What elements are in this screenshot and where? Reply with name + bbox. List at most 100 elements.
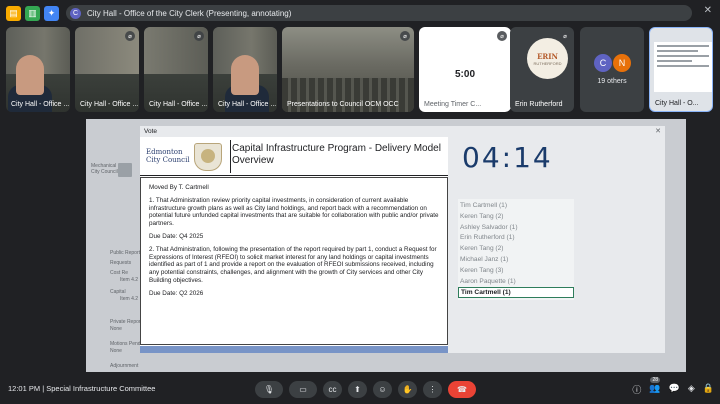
vote-window: Vote ✕ Edmonton City Council Capital Inf… bbox=[140, 126, 665, 353]
agenda-header: City Council bbox=[91, 169, 118, 175]
more-options-icon[interactable]: ⋮ bbox=[423, 381, 442, 398]
participant-tile[interactable]: ⌀ Presentations to Council OCM OCC bbox=[282, 27, 414, 112]
agenda-item: Public Report bbox=[110, 250, 141, 256]
meeting-info: 12:01 PM | Special Infrastructure Commit… bbox=[8, 384, 155, 393]
emoji-button[interactable]: ☺ bbox=[373, 381, 392, 398]
agenda-item: Capital bbox=[110, 289, 126, 295]
list-item: Aaron Paquette (1) bbox=[460, 277, 516, 285]
crest-icon bbox=[194, 143, 222, 171]
presenting-banner[interactable]: C City Hall - Office of the City Clerk (… bbox=[66, 5, 692, 21]
people-icon[interactable]: 👥 bbox=[649, 383, 660, 396]
agenda-item: Item 4.2 bbox=[120, 296, 139, 302]
participant-strip: City Hall - Office ... ⌀ City Hall - Off… bbox=[6, 27, 716, 113]
notes-icon[interactable]: ▤ bbox=[6, 5, 21, 21]
tile-label: Meeting Timer C... bbox=[424, 101, 482, 108]
participant-tile[interactable]: City Hall - Office ... bbox=[6, 27, 70, 112]
agenda-item: None bbox=[110, 348, 122, 354]
participant-tile[interactable]: City Hall - Office ... bbox=[213, 27, 277, 112]
mic-off-icon: ⌀ bbox=[400, 31, 410, 41]
tile-label: Presentations to Council OCM OCC bbox=[287, 101, 399, 108]
current-speaker: Tim Cartmell (1) bbox=[458, 287, 574, 299]
chat-icon[interactable]: 💬 bbox=[669, 383, 680, 396]
avatar: ERIN RUTHERFORD bbox=[527, 38, 568, 79]
others-count: 19 others bbox=[597, 78, 627, 85]
app-icons: ▤ ▥ ✦ bbox=[6, 5, 59, 21]
tile-label: City Hall - Office ... bbox=[80, 101, 139, 108]
agenda-item: Requests bbox=[110, 260, 132, 266]
logo-line: City Council bbox=[146, 156, 190, 164]
others-tile[interactable]: C N 19 others bbox=[580, 27, 644, 112]
presentation-thumbnail bbox=[654, 42, 712, 92]
list-item: Erin Rutherford (1) bbox=[460, 234, 515, 242]
presentation-tile[interactable]: City Hall - O... bbox=[649, 27, 713, 112]
motion-paragraph: Due Date: Q2 2026 bbox=[149, 289, 204, 297]
meeting-controls-bar: 12:01 PM | Special Infrastructure Commit… bbox=[0, 377, 720, 404]
status-bar bbox=[140, 346, 448, 353]
participant-tile[interactable]: 5:00 ⌀ Meeting Timer C... bbox=[419, 27, 511, 112]
list-item: Keren Tang (3) bbox=[460, 266, 504, 274]
meeting-time: 12:01 PM bbox=[8, 384, 41, 393]
close-icon[interactable]: ✕ bbox=[704, 5, 712, 16]
presenter-avatar: C bbox=[70, 7, 81, 19]
mic-off-icon: ⌀ bbox=[497, 31, 507, 41]
side-controls: ⓘ 👥 💬 ◈ 🔒 bbox=[632, 383, 714, 396]
info-icon[interactable]: ⓘ bbox=[632, 383, 641, 396]
motion-paragraph: 2. That Administration, following the pr… bbox=[149, 245, 437, 284]
lock-icon[interactable]: 🔒 bbox=[703, 383, 714, 396]
tile-label: Erin Rutherford bbox=[515, 101, 563, 108]
tile-label: City Hall - Office ... bbox=[218, 101, 277, 108]
motion-header: Edmonton City Council Capital Infrastruc… bbox=[140, 137, 448, 176]
presentation-area: Mechanical City Council Public Report Re… bbox=[86, 119, 686, 372]
window-title-text: Vote bbox=[144, 128, 158, 135]
logo-line: Edmonton bbox=[146, 148, 183, 156]
list-item: Keren Tang (2) bbox=[460, 245, 504, 253]
meeting-name: Special Infrastructure Committee bbox=[46, 384, 156, 393]
people-app-icon[interactable]: ✦ bbox=[44, 5, 59, 21]
present-button[interactable]: ⬆ bbox=[348, 381, 367, 398]
mic-off-icon: ⌀ bbox=[560, 31, 570, 41]
agenda-item: Private Report bbox=[110, 319, 142, 325]
activities-icon[interactable]: ◈ bbox=[688, 383, 695, 396]
vote-window-title: Vote ✕ bbox=[140, 126, 665, 137]
presenting-title: City Hall - Office of the City Clerk (Pr… bbox=[87, 8, 292, 18]
motion-paragraph: 1. That Administration review priority c… bbox=[149, 196, 439, 228]
agenda-item: None bbox=[110, 326, 122, 332]
participant-tile[interactable]: ERIN RUTHERFORD ⌀ Erin Rutherford bbox=[510, 27, 574, 112]
control-buttons: 🎙 ▭ cc ⬆ ☺ ✋ ⋮ ☎ bbox=[255, 381, 476, 398]
meeting-timer-value: 5:00 bbox=[454, 69, 475, 80]
meeting-separator: | bbox=[42, 384, 45, 393]
agenda-item: Item 4.2 bbox=[120, 277, 139, 283]
captions-button[interactable]: cc bbox=[323, 381, 342, 398]
participant-tile[interactable]: ⌀ City Hall - Office ... bbox=[144, 27, 208, 112]
motion-title: Capital Infrastructure Program - Deliver… bbox=[232, 143, 441, 166]
list-item: Ashley Salvador (1) bbox=[460, 223, 518, 231]
hang-up-button[interactable]: ☎ bbox=[448, 381, 476, 398]
motion-text: Moved By T. Cartmell 1. That Administrat… bbox=[140, 177, 448, 345]
motion-paragraph: Moved By T. Cartmell bbox=[149, 184, 209, 191]
mic-off-icon: ⌀ bbox=[194, 31, 204, 41]
chat-app-icon[interactable]: ▥ bbox=[25, 5, 40, 21]
agenda-item: Adjournment bbox=[110, 363, 139, 369]
close-icon[interactable]: ✕ bbox=[655, 126, 661, 137]
raise-hand-button[interactable]: ✋ bbox=[398, 381, 417, 398]
mic-off-icon: ⌀ bbox=[125, 31, 135, 41]
speaker-panel: 04:14 Tim Cartmell (1) Keren Tang (2) As… bbox=[448, 137, 665, 353]
people-count-badge: 28 bbox=[650, 377, 660, 383]
list-item: Michael Janz (1) bbox=[460, 255, 509, 263]
list-item: Keren Tang (2) bbox=[460, 212, 504, 220]
tile-label: City Hall - Office ... bbox=[11, 101, 70, 108]
vote-clock: 04:14 bbox=[462, 141, 553, 174]
camera-button[interactable]: ▭ bbox=[289, 381, 317, 398]
tile-label: City Hall - Office ... bbox=[149, 101, 208, 108]
participant-tile[interactable]: ⌀ City Hall - Office ... bbox=[75, 27, 139, 112]
top-bar: ▤ ▥ ✦ C City Hall - Office of the City C… bbox=[0, 0, 720, 26]
city-logo: Edmonton City Council bbox=[144, 141, 226, 172]
tile-label: City Hall - O... bbox=[655, 100, 699, 107]
avatar: C bbox=[594, 54, 612, 72]
speaker-list: Tim Cartmell (1) Keren Tang (2) Ashley S… bbox=[458, 199, 574, 301]
avatar: N bbox=[613, 54, 631, 72]
microphone-button[interactable]: 🎙 bbox=[255, 381, 283, 398]
motion-paragraph: Due Date: Q4 2025 bbox=[149, 232, 204, 240]
list-item: Tim Cartmell (1) bbox=[460, 202, 508, 209]
agenda-item: Cost Re bbox=[110, 270, 129, 276]
